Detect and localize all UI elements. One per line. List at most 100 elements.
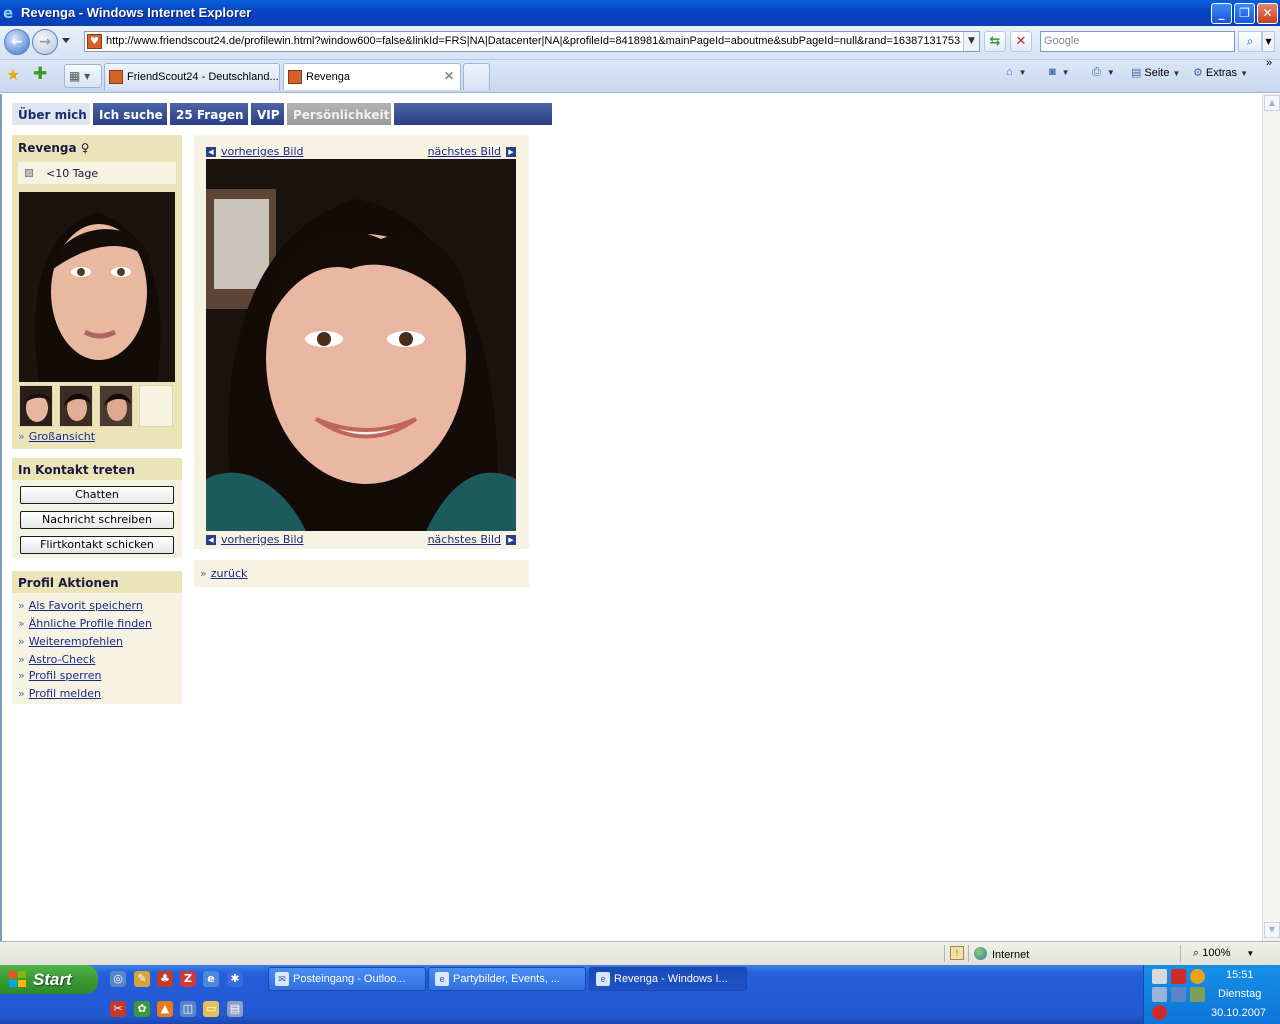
taskbar: Start ◎ ✎ ♣ Z e ✱ ✂ ✿ ▲ ◫ ▭ ▤ ✉ Posteing… (0, 965, 1280, 1024)
tab-persoenlichkeit[interactable]: Persönlichkeit (287, 103, 391, 125)
ie-icon: e (596, 972, 610, 986)
quicklaunch-app-icon[interactable]: ✂ (110, 1001, 126, 1017)
back-link[interactable]: zurück (211, 567, 248, 580)
tab-vip[interactable]: VIP (251, 103, 284, 125)
restore-button[interactable]: ❐ (1234, 3, 1255, 24)
vertical-scrollbar[interactable]: ▲ ▼ (1262, 94, 1280, 941)
prev-arrow-icon[interactable]: ◀ (206, 535, 216, 545)
action-block-profile: » Profil sperren (18, 669, 102, 682)
photo-thumbnail[interactable] (59, 385, 93, 427)
zoom-dropdown-icon[interactable]: ▼ (1246, 949, 1254, 958)
similar-profiles-link[interactable]: Ähnliche Profile finden (29, 617, 152, 630)
next-arrow-icon[interactable]: ▶ (506, 147, 516, 157)
tray-app-icon[interactable] (1190, 987, 1205, 1002)
viewer-nav-top: ◀ vorheriges Bild nächstes Bild ▶ (206, 145, 516, 159)
page-menu[interactable]: ▤ Seite ▼ (1131, 66, 1180, 79)
address-dropdown-icon[interactable]: ▼ (963, 32, 979, 51)
arrow-icon: » (18, 599, 25, 612)
tray-app-icon[interactable] (1152, 969, 1167, 984)
tab-ueber-mich[interactable]: Über mich (12, 103, 90, 125)
back-box: » zurück (194, 560, 529, 587)
astro-check-link[interactable]: Astro-Check (29, 653, 96, 666)
tray-sun-icon[interactable] (1190, 969, 1205, 984)
next-image-link[interactable]: nächstes Bild (428, 145, 501, 158)
taskbar-item-outlook[interactable]: ✉ Posteingang - Outloo... (268, 967, 426, 991)
photo-thumbnail[interactable] (19, 385, 53, 427)
quicklaunch-app-icon[interactable]: Z (180, 971, 196, 987)
chat-button[interactable]: Chatten (20, 486, 174, 504)
taskbar-item-partybilder[interactable]: e Partybilder, Events, ... (428, 967, 586, 991)
next-arrow-icon[interactable]: ▶ (506, 535, 516, 545)
refresh-button[interactable]: ⇆ (984, 31, 1006, 52)
taskbar-item-revenga[interactable]: e Revenga - Windows I... (589, 967, 747, 991)
protected-mode-icon[interactable]: ! (950, 946, 964, 960)
large-profile-photo (206, 159, 516, 531)
photo-thumbnail[interactable] (99, 385, 133, 427)
taskbar-item-label: Revenga - Windows I... (614, 973, 728, 985)
tab-25-fragen[interactable]: 25 Fragen (170, 103, 248, 125)
save-favorite-link[interactable]: Als Favorit speichern (29, 599, 143, 612)
prev-image-link[interactable]: vorheriges Bild (221, 145, 304, 158)
profile-name-text: Revenga (18, 141, 77, 155)
new-tab-button[interactable] (463, 63, 490, 90)
prev-arrow-icon[interactable]: ◀ (206, 147, 216, 157)
search-dropdown-icon[interactable]: ▼ (1262, 31, 1275, 52)
clock-time[interactable]: 15:51 (1226, 969, 1254, 981)
prev-image-link[interactable]: vorheriges Bild (221, 533, 304, 546)
add-favorite-icon[interactable]: ✚ (33, 64, 47, 84)
stop-button[interactable]: ✕ (1010, 31, 1032, 52)
home-button[interactable]: ⌂ ▼ (1006, 66, 1027, 78)
zoom-control[interactable]: ⌕ 100% ▼ (1193, 947, 1254, 960)
quick-tabs-button[interactable]: ▦ ▾ (64, 64, 102, 88)
tab-close-icon[interactable]: ✕ (444, 69, 454, 83)
online-status: <10 Tage (18, 162, 176, 184)
window-title: Revenga - Windows Internet Explorer (21, 5, 252, 20)
tray-antivirus-icon[interactable] (1171, 969, 1186, 984)
tab-ich-suche[interactable]: Ich suche (93, 103, 167, 125)
quicklaunch-app-icon[interactable]: ✱ (227, 971, 243, 987)
history-dropdown-icon[interactable] (62, 38, 70, 43)
search-input[interactable]: Google (1040, 31, 1235, 52)
scroll-down-icon[interactable]: ▼ (1264, 922, 1280, 938)
large-view-link[interactable]: Großansicht (29, 430, 95, 443)
next-image-link[interactable]: nächstes Bild (428, 533, 501, 546)
profile-photo[interactable] (19, 192, 175, 382)
forward-button[interactable]: → (32, 29, 58, 55)
start-button[interactable]: Start (0, 965, 98, 994)
recommend-link[interactable]: Weiterempfehlen (29, 635, 123, 648)
scroll-up-icon[interactable]: ▲ (1264, 95, 1280, 111)
tab-friendscout[interactable]: FriendScout24 - Deutschland... (104, 63, 280, 90)
back-button[interactable]: ← (4, 29, 30, 55)
security-zone[interactable]: Internet (974, 947, 1029, 961)
ie-icon[interactable]: e (203, 971, 219, 987)
quicklaunch-app-icon[interactable]: ✎ (134, 971, 150, 987)
write-message-button[interactable]: Nachricht schreiben (20, 511, 174, 529)
close-button[interactable]: ✕ (1257, 3, 1278, 24)
address-bar[interactable]: ♥ http://www.friendscout24.de/profilewin… (84, 31, 980, 52)
quicklaunch-app-icon[interactable]: ♣ (157, 971, 173, 987)
tray-network-icon[interactable] (1152, 987, 1167, 1002)
tools-menu[interactable]: ⚙ Extras ▼ (1193, 66, 1248, 79)
folder-icon[interactable]: ▭ (203, 1001, 219, 1017)
send-flirt-button[interactable]: Flirtkontakt schicken (20, 536, 174, 554)
page-menu-label: Seite (1144, 67, 1170, 79)
profile-box: Revenga ♀ <10 Tage » Großansicht (12, 135, 182, 449)
quicklaunch-app-icon[interactable]: ◎ (110, 971, 126, 987)
block-profile-link[interactable]: Profil sperren (29, 669, 102, 682)
feeds-button[interactable]: ◙ ▼ (1049, 66, 1070, 78)
toolbar-overflow-icon[interactable]: » (1266, 57, 1272, 69)
search-icon[interactable]: ⌕ (1238, 31, 1262, 52)
tab-revenga[interactable]: Revenga ✕ (283, 63, 461, 90)
tray-app-icon[interactable] (1171, 987, 1186, 1002)
vlc-icon[interactable]: ▲ (157, 1001, 173, 1017)
address-url[interactable]: http://www.friendscout24.de/profilewin.h… (106, 35, 961, 47)
report-profile-link[interactable]: Profil melden (29, 687, 101, 700)
tray-security-icon[interactable] (1152, 1005, 1167, 1020)
quicklaunch-app-icon[interactable]: ▤ (227, 1001, 243, 1017)
windows-logo-icon (9, 971, 27, 988)
quicklaunch-app-icon[interactable]: ◫ (180, 1001, 196, 1017)
minimize-button[interactable]: _ (1211, 3, 1232, 24)
quicklaunch-app-icon[interactable]: ✿ (134, 1001, 150, 1017)
print-button[interactable]: ⎙ ▼ (1092, 66, 1115, 79)
favorites-star-icon[interactable]: ★ (6, 65, 20, 84)
